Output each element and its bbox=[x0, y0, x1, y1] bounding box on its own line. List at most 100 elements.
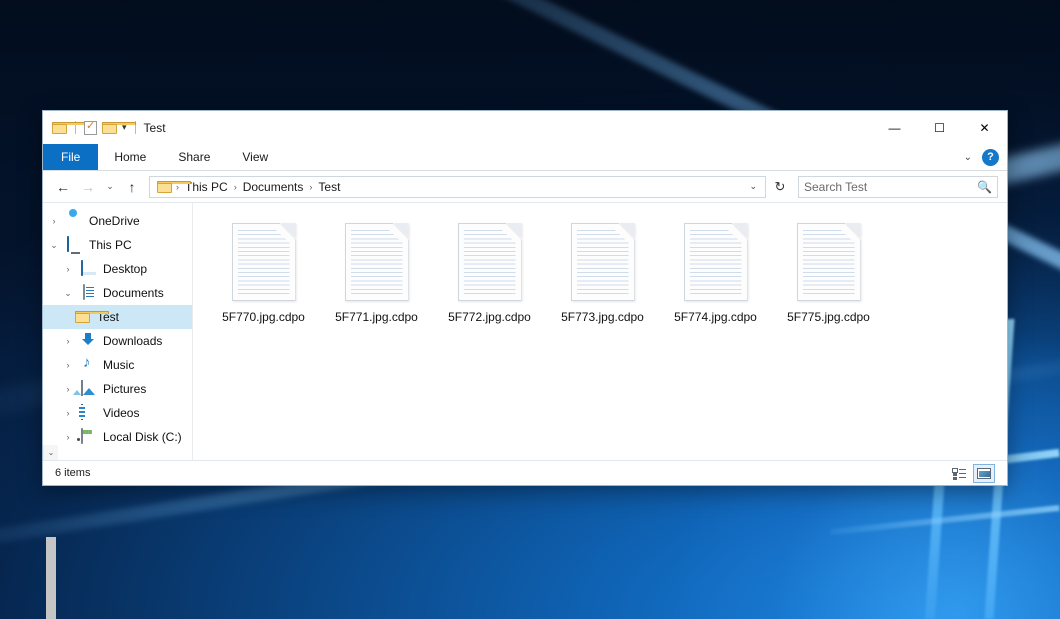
tab-file[interactable]: File bbox=[43, 144, 98, 170]
sidebar-item-downloads[interactable]: › Downloads bbox=[43, 329, 192, 353]
sidebar-item-this-pc[interactable]: ⌄ This PC bbox=[43, 233, 192, 257]
search-icon[interactable]: 🔍 bbox=[977, 180, 992, 194]
file-name: 5F772.jpg.cdpo bbox=[448, 310, 531, 324]
breadcrumb-dropdown-icon[interactable]: ⌄ bbox=[743, 181, 763, 192]
sidebar-item-label: Local Disk (C:) bbox=[103, 430, 182, 444]
breadcrumb-documents[interactable]: Documents bbox=[238, 177, 309, 197]
music-icon bbox=[81, 357, 97, 373]
title-bar: ▾ Test — ☐ ✕ bbox=[43, 111, 1007, 144]
file-item[interactable]: 5F774.jpg.cdpo bbox=[659, 219, 772, 328]
forward-button: → bbox=[77, 176, 99, 198]
maximize-button[interactable]: ☐ bbox=[917, 111, 962, 144]
tab-home[interactable]: Home bbox=[98, 144, 162, 170]
sidebar-item-onedrive[interactable]: › OneDrive bbox=[43, 209, 192, 233]
generic-document-icon bbox=[797, 223, 861, 301]
window-title: Test bbox=[144, 121, 166, 135]
breadcrumb-test[interactable]: Test bbox=[313, 177, 345, 197]
chevron-right-icon[interactable]: › bbox=[61, 432, 75, 442]
chevron-right-icon[interactable]: › bbox=[61, 408, 75, 418]
sidebar-item-label: Pictures bbox=[103, 382, 146, 396]
generic-document-icon bbox=[345, 223, 409, 301]
file-list-pane[interactable]: 5F770.jpg.cdpo 5F771.jpg.cdpo 5F772.jpg.… bbox=[193, 203, 1007, 460]
file-name: 5F775.jpg.cdpo bbox=[787, 310, 870, 324]
sidebar-item-music[interactable]: › Music bbox=[43, 353, 192, 377]
generic-document-icon bbox=[458, 223, 522, 301]
chevron-down-icon[interactable]: ⌄ bbox=[61, 288, 75, 299]
recent-locations-button[interactable]: ⌄ bbox=[102, 176, 118, 198]
window-body: › OneDrive ⌄ This PC › Desktop ⌄ bbox=[43, 202, 1007, 460]
file-explorer-window: ▾ Test — ☐ ✕ File Home Share View ⌄ ? ← … bbox=[42, 110, 1008, 486]
sidebar-item-videos[interactable]: › Videos bbox=[43, 401, 192, 425]
chevron-right-icon[interactable]: › bbox=[61, 360, 75, 370]
navigation-scrollbar[interactable]: ⌃ ⌄ bbox=[43, 445, 58, 460]
breadcrumb[interactable]: › This PC › Documents › Test ⌄ bbox=[149, 176, 766, 198]
item-count-label: 6 items bbox=[51, 467, 90, 479]
file-item[interactable]: 5F771.jpg.cdpo bbox=[320, 219, 433, 328]
back-button[interactable]: ← bbox=[52, 176, 74, 198]
view-toggle-group bbox=[948, 464, 999, 483]
tab-view[interactable]: View bbox=[226, 144, 284, 170]
sidebar-item-label: Downloads bbox=[103, 334, 162, 348]
chevron-right-icon[interactable]: › bbox=[47, 216, 61, 226]
window-controls: — ☐ ✕ bbox=[872, 111, 1007, 144]
breadcrumb-folder-icon[interactable] bbox=[157, 181, 172, 193]
sidebar-item-local-disk[interactable]: › Local Disk (C:) bbox=[43, 425, 192, 445]
close-button[interactable]: ✕ bbox=[962, 111, 1007, 144]
search-box[interactable]: 🔍 bbox=[798, 176, 998, 198]
quick-access-toolbar: ▾ bbox=[52, 121, 139, 135]
minimize-button[interactable]: — bbox=[872, 111, 917, 144]
new-folder-icon[interactable] bbox=[102, 122, 117, 134]
breadcrumb-this-pc[interactable]: This PC bbox=[180, 177, 233, 197]
file-item[interactable]: 5F770.jpg.cdpo bbox=[207, 219, 320, 328]
ribbon-tab-bar: File Home Share View ⌄ ? bbox=[43, 144, 1007, 171]
disk-icon bbox=[81, 429, 97, 445]
file-item[interactable]: 5F775.jpg.cdpo bbox=[772, 219, 885, 328]
status-bar: 6 items bbox=[43, 460, 1007, 485]
tab-share[interactable]: Share bbox=[162, 144, 226, 170]
file-name: 5F773.jpg.cdpo bbox=[561, 310, 644, 324]
pictures-icon bbox=[81, 381, 97, 397]
videos-icon bbox=[81, 405, 97, 421]
up-button[interactable]: ↑ bbox=[121, 176, 143, 198]
generic-document-icon bbox=[232, 223, 296, 301]
navigation-list: › OneDrive ⌄ This PC › Desktop ⌄ bbox=[43, 203, 192, 445]
chevron-down-icon[interactable]: ⌄ bbox=[47, 240, 61, 251]
expand-ribbon-chevron-icon[interactable]: ⌄ bbox=[958, 152, 978, 163]
details-view-button[interactable] bbox=[948, 464, 970, 483]
chevron-right-icon[interactable]: › bbox=[61, 336, 75, 346]
scroll-down-icon[interactable]: ⌄ bbox=[44, 445, 58, 460]
onedrive-icon bbox=[67, 213, 83, 229]
file-name: 5F771.jpg.cdpo bbox=[335, 310, 418, 324]
refresh-icon[interactable]: ↻ bbox=[769, 176, 791, 198]
sidebar-item-documents[interactable]: ⌄ Documents bbox=[43, 281, 192, 305]
folder-icon[interactable] bbox=[52, 122, 67, 134]
help-icon[interactable]: ? bbox=[982, 149, 999, 166]
address-bar: ← → ⌄ ↑ › This PC › Documents › Test ⌄ ↻… bbox=[43, 171, 1007, 202]
sidebar-item-label: Music bbox=[103, 358, 134, 372]
folder-icon bbox=[75, 309, 91, 325]
desktop-icon bbox=[81, 261, 97, 277]
file-item[interactable]: 5F773.jpg.cdpo bbox=[546, 219, 659, 328]
chevron-right-icon[interactable]: › bbox=[61, 264, 75, 274]
search-input[interactable] bbox=[804, 180, 977, 194]
sidebar-item-desktop[interactable]: › Desktop bbox=[43, 257, 192, 281]
downloads-icon bbox=[81, 333, 97, 349]
sidebar-item-label: Videos bbox=[103, 406, 139, 420]
generic-document-icon bbox=[571, 223, 635, 301]
file-grid: 5F770.jpg.cdpo 5F771.jpg.cdpo 5F772.jpg.… bbox=[207, 219, 1007, 328]
large-icons-view-button[interactable] bbox=[973, 464, 995, 483]
properties-icon[interactable] bbox=[84, 121, 97, 135]
this-pc-icon bbox=[67, 237, 83, 253]
sidebar-item-label: This PC bbox=[89, 238, 132, 252]
file-name: 5F774.jpg.cdpo bbox=[674, 310, 757, 324]
generic-document-icon bbox=[684, 223, 748, 301]
file-item[interactable]: 5F772.jpg.cdpo bbox=[433, 219, 546, 328]
sidebar-item-label: OneDrive bbox=[89, 214, 140, 228]
sidebar-item-pictures[interactable]: › Pictures bbox=[43, 377, 192, 401]
sidebar-item-test[interactable]: Test bbox=[43, 305, 192, 329]
file-name: 5F770.jpg.cdpo bbox=[222, 310, 305, 324]
navigation-pane: › OneDrive ⌄ This PC › Desktop ⌄ bbox=[43, 203, 193, 460]
sidebar-item-label: Desktop bbox=[103, 262, 147, 276]
sidebar-item-label: Documents bbox=[103, 286, 164, 300]
scrollbar-thumb[interactable] bbox=[46, 537, 56, 619]
